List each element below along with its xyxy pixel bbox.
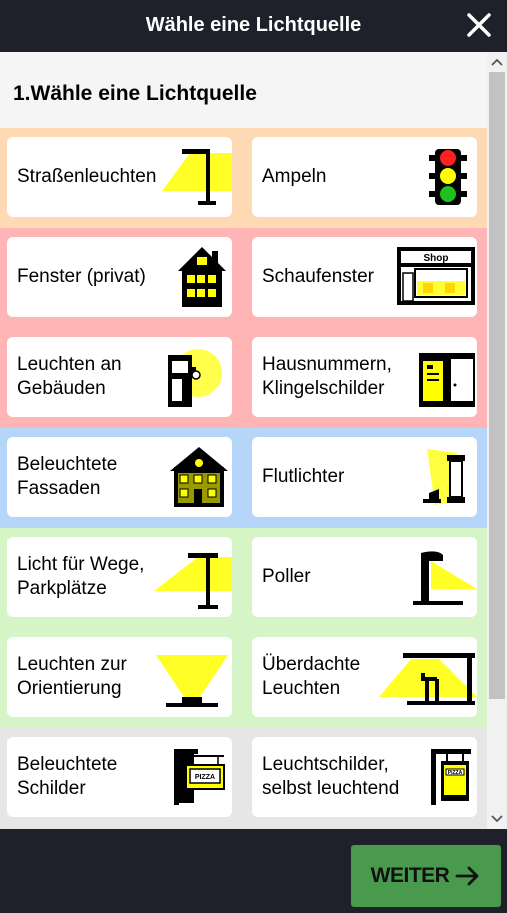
scroll-down-icon[interactable] bbox=[490, 811, 504, 825]
scrollbar[interactable] bbox=[487, 52, 507, 829]
ground-light-icon bbox=[156, 655, 228, 707]
option-building-lights[interactable]: Leuchten an Gebäuden bbox=[7, 337, 232, 417]
wall-light-icon bbox=[168, 349, 222, 407]
option-label: Leuchtschilder, selbst leuchtend bbox=[262, 754, 400, 799]
option-self-lit-signs[interactable]: Leuchtschilder, selbst leuchtend PIZZA bbox=[252, 737, 477, 817]
option-floodlights[interactable]: Flutlichter bbox=[252, 437, 477, 517]
option-label: Leuchten zur Orientierung bbox=[17, 654, 127, 699]
option-label: Leuchten an Gebäuden bbox=[17, 354, 122, 399]
pizza-sign-text: PIZZA bbox=[448, 770, 463, 776]
dialog-header: Wähle eine Lichtquelle bbox=[0, 0, 507, 52]
option-label: Hausnummern, Klingelschilder bbox=[262, 354, 392, 399]
traffic-light-icon bbox=[429, 149, 467, 205]
dialog-footer: WEITER bbox=[0, 829, 507, 913]
option-label: Ampeln bbox=[262, 166, 327, 187]
option-bollards[interactable]: Poller bbox=[252, 537, 477, 617]
scrollbar-thumb[interactable] bbox=[489, 72, 505, 699]
dialog-title: Wähle eine Lichtquelle bbox=[145, 14, 362, 36]
option-traffic-lights[interactable]: Ampeln bbox=[252, 137, 477, 217]
option-canopy-lights[interactable]: Überdachte Leuchten bbox=[252, 637, 477, 717]
close-icon[interactable] bbox=[465, 11, 493, 39]
floodlight-icon bbox=[423, 449, 465, 505]
path-light-icon bbox=[154, 553, 232, 609]
house-number-icon bbox=[419, 353, 475, 407]
facade-icon bbox=[170, 447, 228, 507]
option-label: Poller bbox=[262, 566, 311, 587]
option-label: Flutlichter bbox=[262, 466, 345, 487]
next-button[interactable]: WEITER bbox=[351, 845, 501, 907]
arrow-right-icon bbox=[455, 866, 479, 886]
next-button-label: WEITER bbox=[370, 864, 450, 887]
option-lit-facades[interactable]: Beleuchtete Fassaden bbox=[7, 437, 232, 517]
option-label: Schaufenster bbox=[262, 266, 374, 287]
option-private-windows[interactable]: Fenster (privat) bbox=[7, 237, 232, 317]
option-lit-signs[interactable]: Beleuchtete Schilder PIZZA bbox=[7, 737, 232, 817]
option-label: Straßenleuchten bbox=[17, 166, 157, 187]
shop-window-icon: Shop bbox=[397, 247, 475, 305]
option-orientation-lights[interactable]: Leuchten zur Orientierung bbox=[7, 637, 232, 717]
options-panel: 1.Wähle eine Lichtquelle Straßenleuchten… bbox=[0, 52, 487, 829]
option-street-lights[interactable]: Straßenleuchten bbox=[7, 137, 232, 217]
house-window-icon bbox=[178, 247, 226, 307]
option-path-lights[interactable]: Licht für Wege, Parkplätze bbox=[7, 537, 232, 617]
option-shop-windows[interactable]: Schaufenster Shop bbox=[252, 237, 477, 317]
option-label: Licht für Wege, Parkplätze bbox=[17, 554, 145, 599]
pizza-sign-text: PIZZA bbox=[195, 774, 215, 781]
street-light-icon bbox=[162, 149, 232, 205]
option-label: Beleuchtete Fassaden bbox=[17, 454, 118, 499]
option-house-numbers[interactable]: Hausnummern, Klingelschilder bbox=[252, 337, 477, 417]
shop-sign-text: Shop bbox=[424, 253, 449, 264]
scroll-up-icon[interactable] bbox=[490, 56, 504, 70]
self-lit-sign-icon: PIZZA bbox=[431, 749, 471, 805]
option-label: Beleuchtete Schilder bbox=[17, 754, 118, 799]
option-label: Fenster (privat) bbox=[17, 266, 146, 287]
section-title: 1.Wähle eine Lichtquelle bbox=[13, 82, 257, 105]
lit-sign-icon: PIZZA bbox=[174, 749, 225, 805]
bollard-icon bbox=[413, 551, 477, 605]
canopy-light-icon bbox=[379, 653, 477, 705]
